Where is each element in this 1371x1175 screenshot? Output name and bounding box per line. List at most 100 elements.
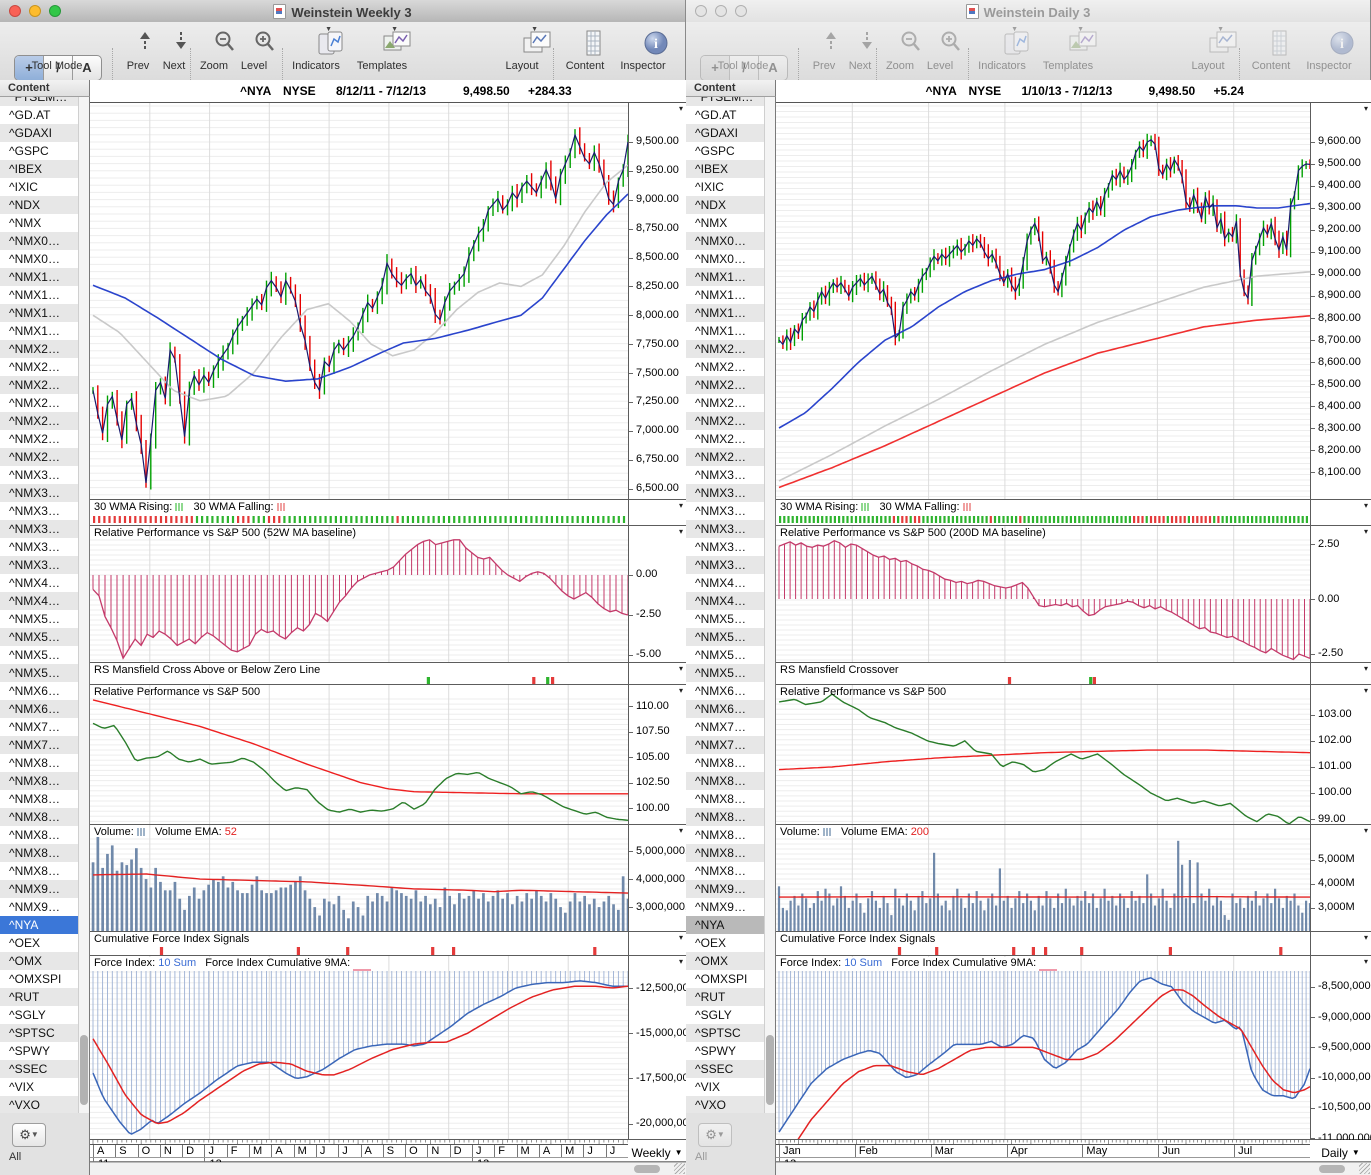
titlebar[interactable]: Weinstein Daily 3 [686, 0, 1370, 23]
sidebar-item[interactable]: ^NMX4… [0, 592, 79, 610]
sidebar-item[interactable]: ^NMX2… [0, 358, 79, 376]
panel-menu-icon[interactable]: ▾ [679, 501, 683, 510]
panel-menu-icon[interactable]: ▾ [679, 104, 683, 113]
sidebar-item[interactable]: ^NMX5… [0, 610, 79, 628]
panel-menu-icon[interactable]: ▾ [679, 957, 683, 966]
gear-action-button[interactable]: ⚙▼ [698, 1123, 732, 1147]
sidebar-item[interactable]: ^NMX4… [686, 574, 765, 592]
sidebar-scrollbar[interactable] [764, 97, 775, 1113]
templates-button[interactable]: ▼ Templates [1038, 22, 1098, 78]
sidebar-item[interactable]: ^NMX3… [0, 502, 79, 520]
sidebar-item[interactable]: ^GSPC [686, 142, 765, 160]
sidebar-item[interactable]: ^SPWY [686, 1042, 765, 1060]
resize-grip[interactable] [1359, 1163, 1370, 1174]
sidebar-item[interactable]: ^NMX8… [0, 808, 79, 826]
sidebar-item[interactable]: ^NMX2… [0, 376, 79, 394]
zoom-in-button[interactable]: Level [234, 22, 274, 78]
periodicity-dropdown[interactable]: Daily ▼ [1310, 1146, 1371, 1160]
sidebar-item[interactable]: ^OEX [686, 934, 765, 952]
sidebar-item[interactable]: ^NMX4… [0, 574, 79, 592]
sidebar-item[interactable]: ^NMX1… [0, 268, 79, 286]
sidebar-item[interactable]: ^NMX1… [686, 268, 765, 286]
sidebar-item[interactable]: ^OMX [686, 952, 765, 970]
sidebar-item[interactable]: ^NMX2… [0, 340, 79, 358]
sidebar-item[interactable]: ^NMX9… [686, 880, 765, 898]
sidebar-item[interactable]: ^NMX0… [686, 250, 765, 268]
panel-menu-icon[interactable]: ▾ [679, 933, 683, 942]
sidebar-item[interactable]: ^NMX6… [686, 700, 765, 718]
sidebar-item[interactable]: ^NMX8… [686, 808, 765, 826]
sidebar-item[interactable]: ^NMX1… [686, 322, 765, 340]
sidebar-item[interactable]: ^OMXSPI [0, 970, 79, 988]
sidebar-item[interactable]: ^SPTSC [686, 1024, 765, 1042]
sidebar-item[interactable]: ^FTSEM… [686, 97, 765, 106]
panel-menu-icon[interactable]: ▾ [1364, 104, 1368, 113]
sidebar-item[interactable]: ^NMX8… [0, 754, 79, 772]
sidebar-item[interactable]: ^NMX4… [686, 592, 765, 610]
panel-menu-icon[interactable]: ▾ [1364, 826, 1368, 835]
sidebar-item[interactable]: ^OEX [0, 934, 79, 952]
templates-button[interactable]: ▼ Templates [352, 22, 412, 78]
prev-button[interactable]: Prev [120, 22, 156, 78]
sidebar-item[interactable]: ^NMX [0, 214, 79, 232]
sidebar-item[interactable]: ^FTSEM… [0, 97, 79, 106]
sidebar-item[interactable]: ^NMX2… [0, 430, 79, 448]
zoom-in-button[interactable]: Level [920, 22, 960, 78]
sidebar-item[interactable]: ^NMX8… [0, 826, 79, 844]
sidebar-item[interactable]: ^NMX8… [686, 844, 765, 862]
gear-action-button[interactable]: ⚙▼ [12, 1123, 46, 1147]
sidebar-item[interactable]: ^SPTSC [0, 1024, 79, 1042]
sidebar-item[interactable]: ^NMX1… [0, 304, 79, 322]
sidebar-item[interactable]: ^NMX9… [0, 880, 79, 898]
panel-menu-icon[interactable]: ▾ [679, 826, 683, 835]
sidebar-item[interactable]: ^SPWY [0, 1042, 79, 1060]
sidebar-item[interactable]: ^GDAXI [0, 124, 79, 142]
sidebar-item[interactable]: ^NMX3… [686, 484, 765, 502]
sidebar-item[interactable]: ^IBEX [686, 160, 765, 178]
sidebar-item[interactable]: ^NMX0… [0, 232, 79, 250]
inspector-button[interactable]: i Inspector [1300, 22, 1358, 78]
sidebar-item[interactable]: ^IBEX [0, 160, 79, 178]
symbol-list[interactable]: ^FTSEM… ^GD.AT ^GDAXI ^GSPC ^IBEX ^IXIC ^NDX ^N… [0, 97, 90, 1113]
sidebar-item[interactable]: ^NMX2… [686, 358, 765, 376]
sidebar-item[interactable]: ^NMX5… [686, 610, 765, 628]
indicators-button[interactable]: ▼ Indicators [973, 22, 1031, 78]
sidebar-item[interactable]: ^NMX2… [686, 340, 765, 358]
sidebar-item[interactable]: ^NMX2… [686, 448, 765, 466]
content-button[interactable]: Content [560, 22, 610, 78]
sidebar-item[interactable]: ^NMX2… [0, 412, 79, 430]
sidebar-item[interactable]: ^NDX [686, 196, 765, 214]
sidebar-item[interactable]: ^NMX3… [0, 538, 79, 556]
zoom-out-button[interactable]: Zoom [194, 22, 234, 78]
sidebar-item[interactable]: ^OMXSPI [686, 970, 765, 988]
sidebar-item[interactable]: ^NMX3… [686, 538, 765, 556]
sidebar-scrollbar-thumb[interactable] [766, 1035, 774, 1105]
sidebar-item[interactable]: ^NMX3… [0, 556, 79, 574]
sidebar-scrollbar[interactable] [78, 97, 89, 1113]
sidebar-item[interactable]: ^NMX8… [686, 772, 765, 790]
sidebar-item[interactable]: ^NDX [0, 196, 79, 214]
sidebar-item[interactable]: ^NMX5… [686, 628, 765, 646]
sidebar-item[interactable]: ^NMX8… [0, 844, 79, 862]
sidebar-item[interactable]: ^NMX1… [0, 322, 79, 340]
periodicity-dropdown[interactable]: Weekly ▼ [628, 1146, 686, 1160]
sidebar-item[interactable]: ^NMX8… [0, 772, 79, 790]
sidebar-item[interactable]: ^NMX5… [0, 646, 79, 664]
sidebar-item[interactable]: ^NMX6… [0, 700, 79, 718]
sidebar-item[interactable]: ^SGLY [0, 1006, 79, 1024]
panel-menu-icon[interactable]: ▾ [679, 664, 683, 673]
sidebar-item[interactable]: ^VIX [0, 1078, 79, 1096]
sidebar-item[interactable]: ^NMX1… [686, 304, 765, 322]
sidebar-item[interactable]: ^NMX9… [686, 898, 765, 916]
sidebar-item[interactable]: ^GD.AT [686, 106, 765, 124]
sidebar-item-selected[interactable]: ^NYA [686, 916, 765, 934]
sidebar-item[interactable]: ^NMX2… [0, 394, 79, 412]
prev-button[interactable]: Prev [806, 22, 842, 78]
sidebar-item-selected[interactable]: ^NYA [0, 916, 79, 934]
sidebar-item[interactable]: ^NMX5… [686, 664, 765, 682]
sidebar-item[interactable]: ^SSEC [686, 1060, 765, 1078]
content-button[interactable]: Content [1246, 22, 1296, 78]
sidebar-item[interactable]: ^NMX5… [0, 628, 79, 646]
sidebar-item[interactable]: ^NMX5… [0, 664, 79, 682]
sidebar-item[interactable]: ^GD.AT [0, 106, 79, 124]
